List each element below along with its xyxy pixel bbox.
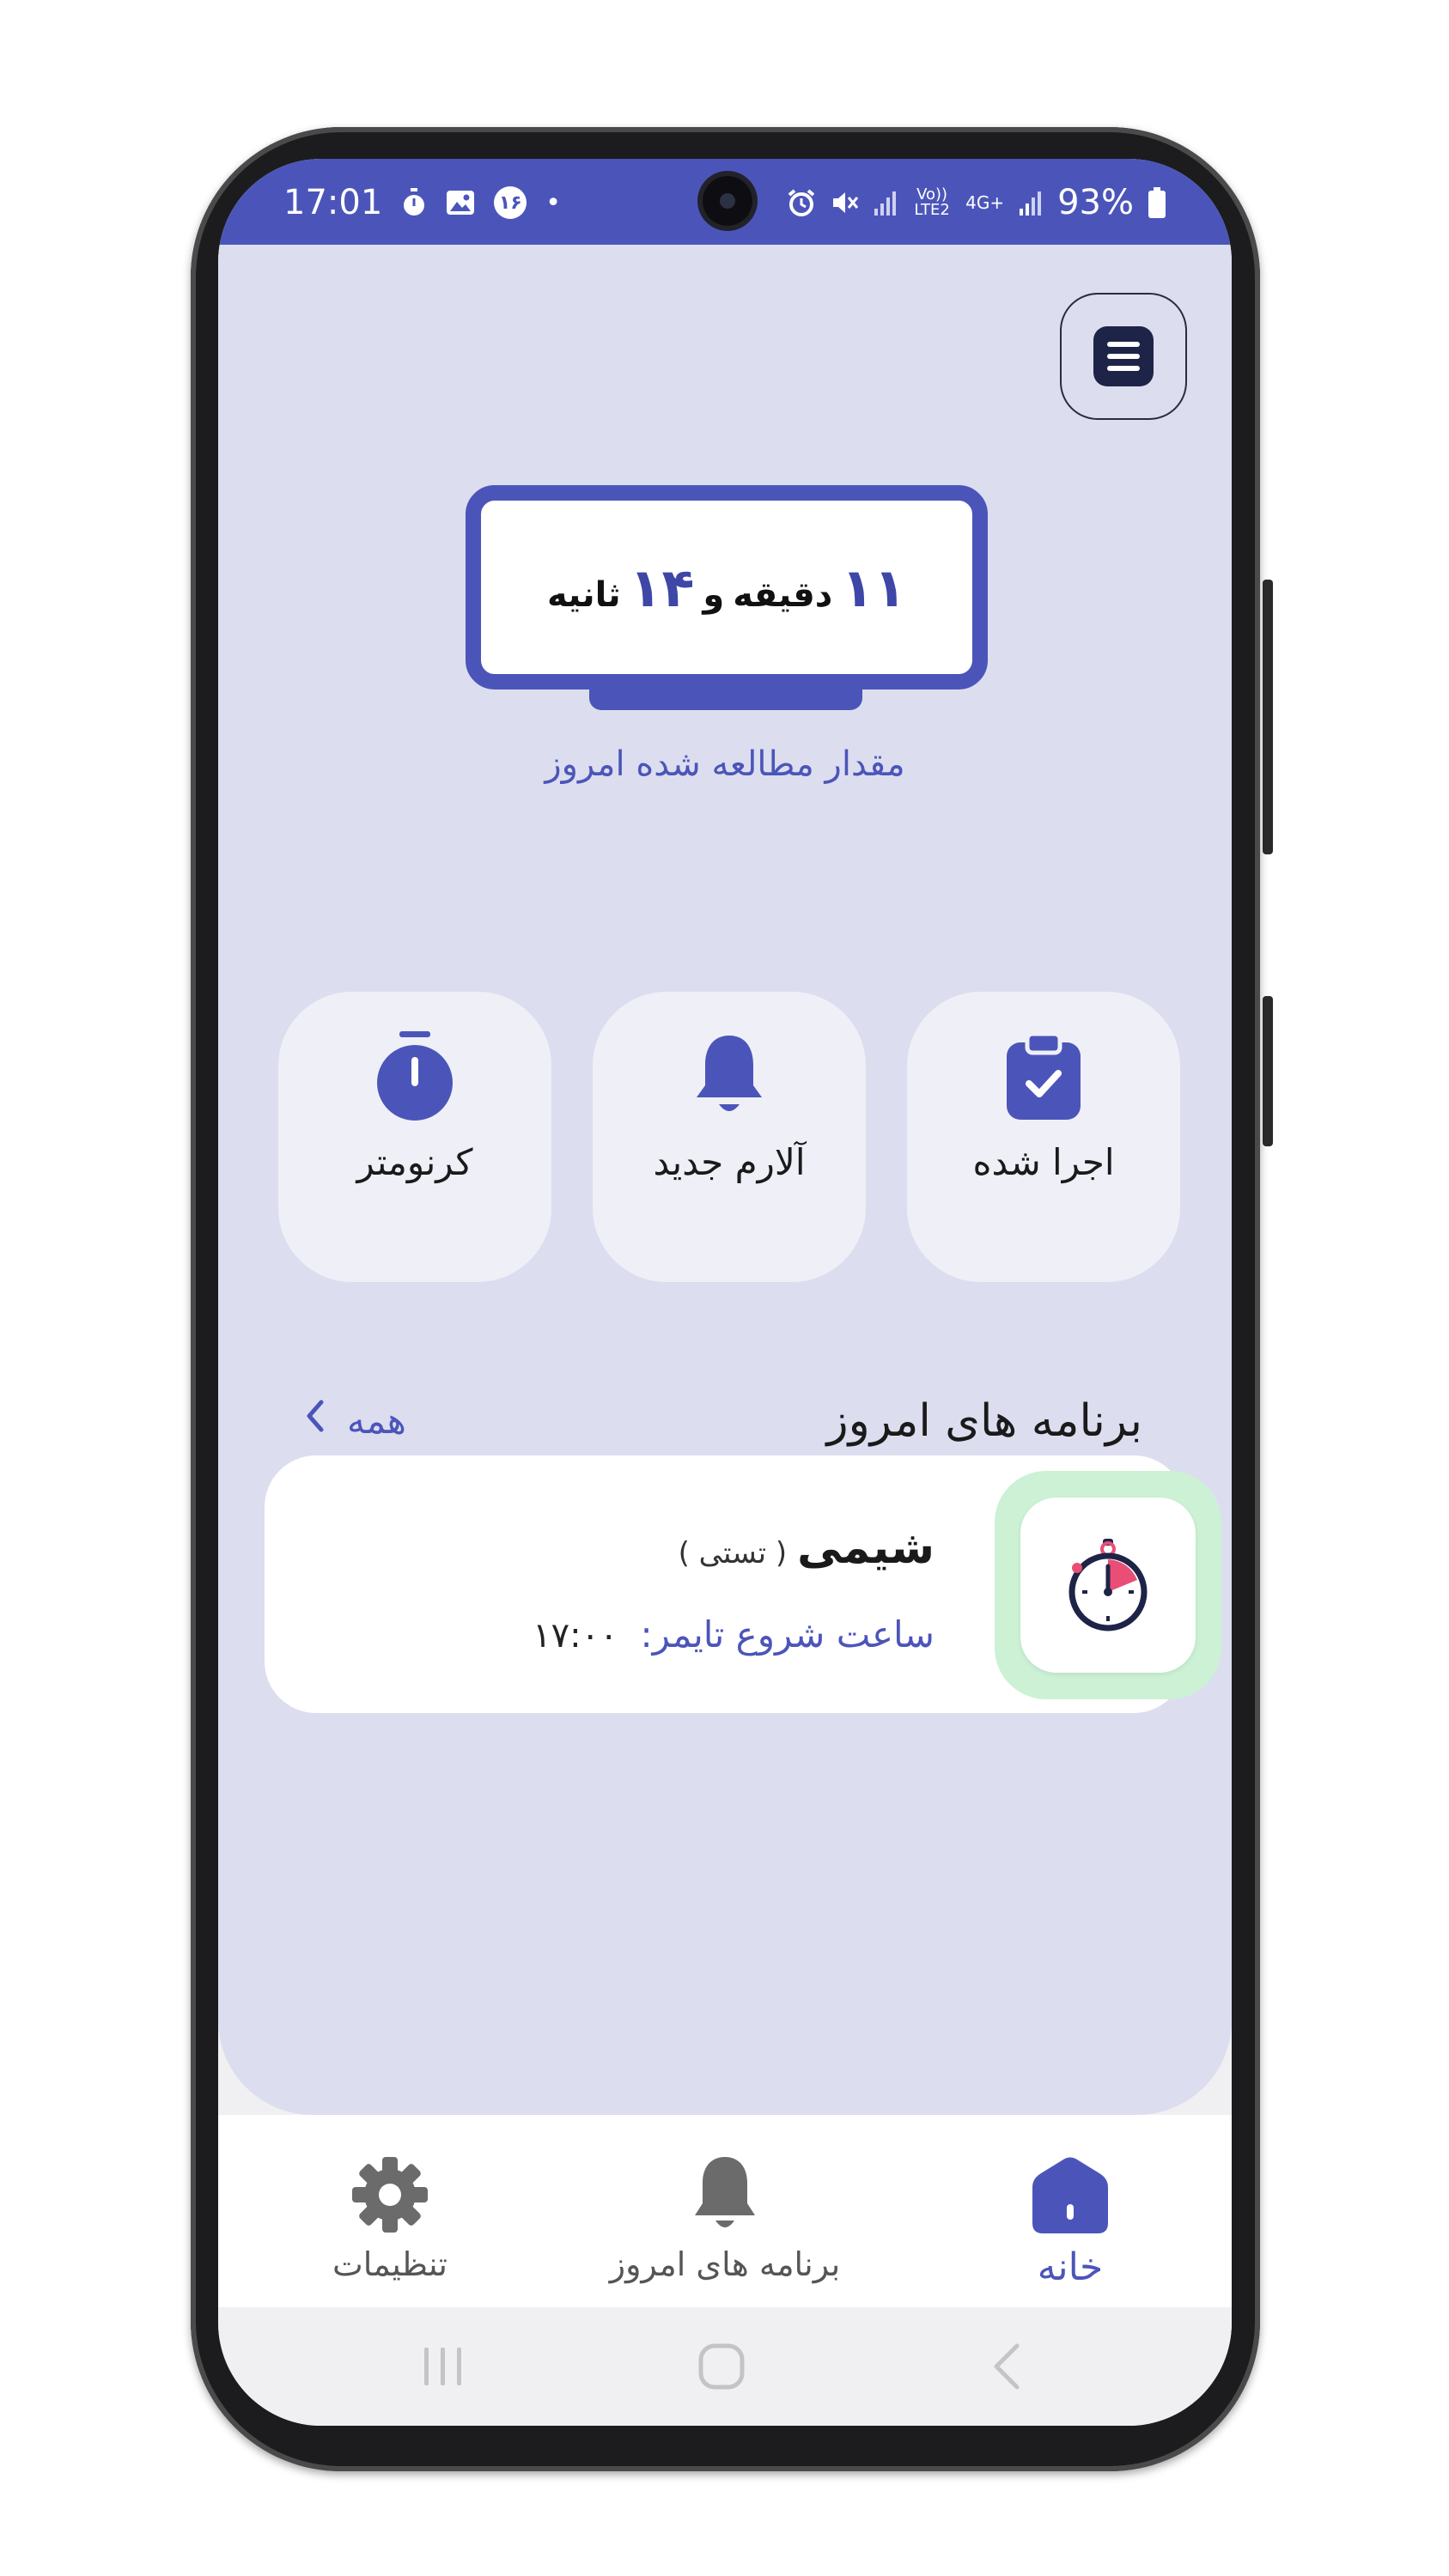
study-time-display: ۱۱ دقیقه و ۱۴ ثانیه	[466, 485, 988, 690]
see-all-label: همه	[347, 1399, 406, 1442]
monitor-stand	[589, 684, 862, 710]
task-start-label: ساعت شروع تایمر:	[640, 1613, 935, 1656]
front-camera	[703, 176, 752, 226]
notification-badge: ۱۶	[494, 186, 527, 219]
tile-stopwatch-label: کرنومتر	[356, 1141, 473, 1183]
nav-home-label: خانه	[1037, 2245, 1104, 2289]
home-circle-icon[interactable]	[696, 2336, 747, 2397]
minutes-value: ۱۱	[841, 556, 906, 619]
stopwatch-icon	[375, 1030, 454, 1124]
status-dot: •	[545, 187, 561, 218]
study-time-text: ۱۱ دقیقه و ۱۴ ثانیه	[547, 556, 906, 619]
task-start-time: ساعت شروع تایمر: ۱۷:۰۰	[533, 1613, 935, 1656]
status-time: 17:01	[283, 183, 383, 222]
timer-icon	[1020, 1498, 1196, 1673]
studied-today-caption: مقدار مطالعه شده امروز	[545, 744, 905, 784]
nav-today-programs[interactable]: برنامه های امروز	[596, 2115, 854, 2307]
status-bar: 17:01 ۱۶ • Vo)) LTE2 4G+ 93%	[218, 159, 1232, 245]
menu-button[interactable]	[1060, 293, 1187, 420]
status-left: 17:01 ۱۶ •	[283, 183, 561, 222]
bell-icon	[693, 1030, 765, 1124]
tile-new-alarm-label: آلارم جدید	[653, 1141, 806, 1183]
menu-icon	[1093, 326, 1154, 386]
nav-today-programs-label: برنامه های امروز	[609, 2245, 841, 2283]
timer-status-icon	[401, 188, 427, 217]
power-button	[1263, 580, 1273, 854]
tile-new-alarm[interactable]: آلارم جدید	[593, 992, 866, 1282]
signal-1-icon	[873, 190, 898, 216]
gear-icon	[349, 2148, 431, 2242]
alarm-status-icon	[787, 188, 816, 217]
nav-settings-label: تنظیمات	[332, 2245, 447, 2283]
status-right: Vo)) LTE2 4G+ 93%	[787, 183, 1166, 222]
notification-badge-text: ۱۶	[498, 191, 522, 214]
tile-executed-label: اجرا شده	[972, 1141, 1115, 1183]
screen: 17:01 ۱۶ • Vo)) LTE2 4G+ 93% ۱۱ دقیقه و …	[218, 159, 1232, 2426]
battery-percent: 93%	[1057, 183, 1134, 222]
network-volte: Vo)) LTE2	[914, 185, 950, 219]
tile-stopwatch[interactable]: کرنومتر	[278, 992, 551, 1282]
recents-icon[interactable]	[419, 2336, 467, 2397]
task-name: شیمی	[797, 1522, 935, 1574]
network-4g: 4G+	[965, 192, 1005, 213]
home-icon	[1029, 2148, 1111, 2242]
conjunction: و	[703, 574, 725, 615]
chevron-left-icon	[304, 1399, 325, 1442]
battery-icon	[1148, 187, 1166, 218]
gallery-status-icon	[446, 190, 475, 216]
nav-home[interactable]: خانه	[941, 2115, 1199, 2307]
bottom-nav: خانه برنامه های امروز تنظیمات	[218, 2115, 1232, 2307]
nav-settings[interactable]: تنظیمات	[261, 2115, 519, 2307]
main-content: ۱۱ دقیقه و ۱۴ ثانیه مقدار مطالعه شده امر…	[218, 245, 1232, 2115]
task-title: شیمی ( تستی )	[679, 1522, 935, 1574]
task-icon-wrap	[995, 1471, 1221, 1699]
bell-icon	[691, 2148, 758, 2242]
seconds-value: ۱۴	[629, 556, 695, 619]
task-tag: ( تستی )	[678, 1536, 788, 1571]
mute-status-icon	[830, 188, 859, 217]
back-icon[interactable]	[988, 2336, 1026, 2397]
today-programs-title: برنامه های امروز	[826, 1395, 1142, 1447]
task-start-value: ۱۷:۰۰	[533, 1616, 618, 1656]
minutes-unit: دقیقه	[733, 574, 833, 615]
system-nav-bar	[218, 2307, 1232, 2426]
seconds-unit: ثانیه	[547, 574, 621, 615]
tile-executed[interactable]: اجرا شده	[907, 992, 1180, 1282]
clipboard-check-icon	[1005, 1030, 1082, 1124]
signal-2-icon	[1018, 190, 1044, 216]
volume-button	[1263, 996, 1273, 1146]
task-card[interactable]: شیمی ( تستی ) ساعت شروع تایمر: ۱۷:۰۰	[265, 1455, 1221, 1713]
see-all-link[interactable]: همه	[304, 1399, 406, 1442]
